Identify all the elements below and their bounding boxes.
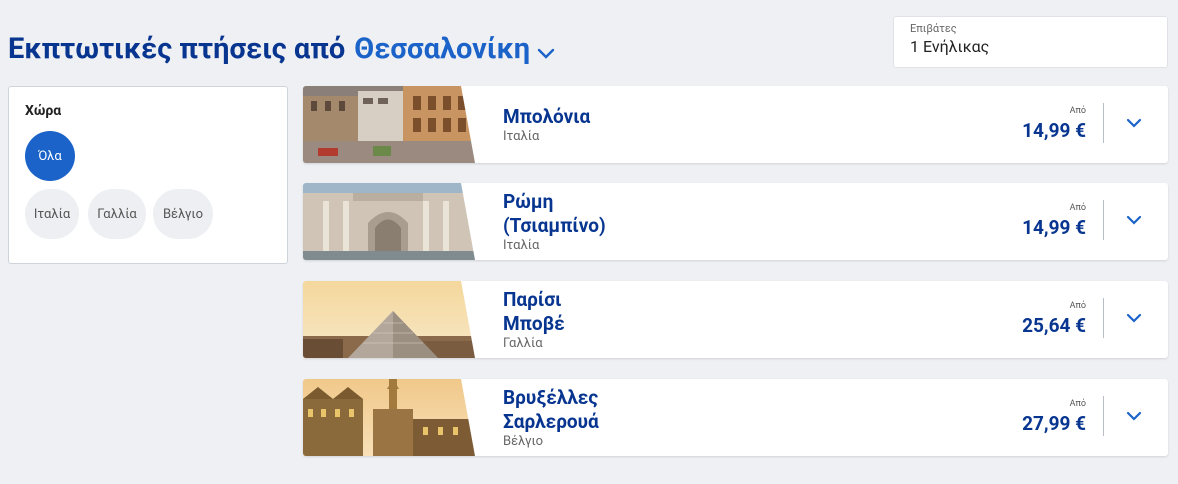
country-filter-panel: Χώρα Όλα Ιταλία Γαλλία Βέλγιο (8, 86, 288, 264)
filter-chip-france[interactable]: Γαλλία (88, 189, 146, 239)
page-title-prefix: Εκπτωτικές πτήσεις από (8, 32, 346, 66)
destination-card[interactable]: Ρώμη (Τσιαμπίνο) Ιταλία Από 14,99 € (303, 183, 1168, 260)
card-divider (1103, 103, 1104, 143)
country-filter-heading: Χώρα (25, 103, 62, 119)
destination-image (303, 281, 483, 358)
destination-image (303, 183, 483, 260)
destination-name: Βρυξέλλες Σαρλερουά (503, 385, 599, 433)
destination-name: Μπολόνια (503, 104, 591, 128)
chevron-down-icon[interactable] (1125, 211, 1143, 229)
filter-chip-belgium[interactable]: Βέλγιο (153, 189, 213, 239)
destination-image (303, 379, 483, 456)
destination-country: Βέλγιο (503, 433, 544, 449)
chevron-down-icon[interactable] (1125, 407, 1143, 425)
destination-country: Ιταλία (503, 128, 540, 144)
price-from-label: Από (1069, 106, 1086, 116)
destination-card[interactable]: Βρυξέλλες Σαρλερουά Βέλγιο Από 27,99 € (303, 379, 1168, 456)
passengers-selector[interactable]: Επιβάτες 1 Ενήλικας (893, 16, 1168, 68)
filter-chip-all[interactable]: Όλα (25, 131, 75, 181)
destination-name: Ρώμη (Τσιαμπίνο) (503, 189, 606, 237)
destination-price: 14,99 € (1022, 216, 1086, 239)
destination-image (303, 86, 483, 163)
passengers-value[interactable]: 1 Ενήλικας (910, 37, 1151, 56)
price-from-label: Από (1069, 301, 1086, 311)
destination-name: Παρίσι Μποβέ (503, 287, 565, 335)
destination-price: 14,99 € (1022, 119, 1086, 142)
destination-price: 27,99 € (1022, 412, 1086, 435)
page-title: Εκπτωτικές πτήσεις από Θεσσαλονίκη (8, 30, 555, 68)
price-from-label: Από (1069, 203, 1086, 213)
chevron-down-icon[interactable] (1125, 114, 1143, 132)
card-divider (1103, 298, 1104, 338)
destination-card[interactable]: Παρίσι Μποβέ Γαλλία Από 25,64 € (303, 281, 1168, 358)
destination-country: Γαλλία (503, 335, 543, 351)
card-divider (1103, 200, 1104, 240)
passengers-label: Επιβάτες (910, 22, 957, 35)
destination-country: Ιταλία (503, 237, 540, 253)
filter-chip-italy[interactable]: Ιταλία (25, 189, 79, 239)
card-divider (1103, 396, 1104, 436)
origin-city-selector[interactable]: Θεσσαλονίκη (354, 32, 530, 66)
destination-price: 25,64 € (1022, 314, 1086, 337)
price-from-label: Από (1069, 399, 1086, 409)
chevron-down-icon[interactable] (537, 34, 555, 68)
chevron-down-icon[interactable] (1125, 309, 1143, 327)
destination-card[interactable]: Μπολόνια Ιταλία Από 14,99 € (303, 86, 1168, 163)
